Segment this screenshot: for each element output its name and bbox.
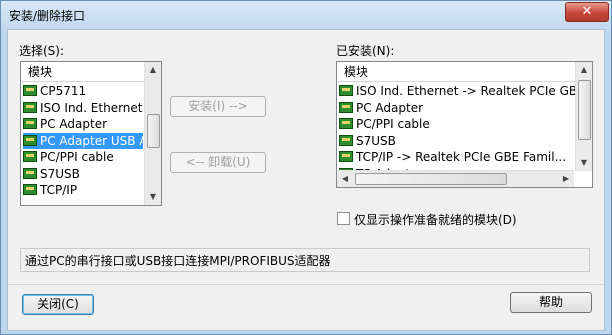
dialog-window: 安装/删除接口 ✕ 选择(S): 模块 CP5711 ISO Ind. Ether… [0, 0, 612, 335]
network-card-icon [339, 85, 353, 96]
close-icon: ✕ [581, 4, 593, 19]
list-item-label: CP5711 [40, 84, 87, 98]
list-item[interactable]: PC Adapter [339, 100, 575, 116]
list-item-label: TCP/IP -> Realtek PCIe GBE Famil... [356, 150, 567, 164]
bottom-divider [8, 284, 604, 285]
install-button[interactable]: 安装(I) --> [170, 96, 266, 117]
list-item-label: S7USB [40, 166, 80, 181]
list-item[interactable]: PC/PPI cable [339, 116, 575, 132]
list-item[interactable]: S7USB [23, 166, 143, 182]
scroll-thumb[interactable] [578, 80, 591, 140]
scroll-down-icon[interactable]: ▼ [576, 155, 592, 171]
list-item[interactable]: TCP/IP -> Realtek PCIe GBE Famil... [339, 149, 575, 165]
scroll-left-icon[interactable]: ◀ [337, 171, 353, 187]
installed-modules-list[interactable]: 模块 ISO Ind. Ethernet -> Realtek PCIe GBE… [336, 61, 593, 188]
scroll-thumb[interactable] [355, 173, 507, 185]
available-column-header[interactable]: 模块 [22, 63, 149, 82]
network-card-icon [339, 118, 353, 129]
list-item-label: PC/PPI cable [40, 150, 114, 164]
close-button[interactable]: 关闭(C) [22, 294, 94, 315]
network-card-icon [23, 184, 37, 195]
window-title: 安装/删除接口 [9, 9, 86, 23]
available-modules-list[interactable]: 模块 CP5711 ISO Ind. Ethernet PC Adapter PC A… [20, 61, 162, 206]
scroll-up-icon[interactable]: ▲ [145, 62, 161, 78]
installed-list-hscrollbar[interactable]: ◀ ▶ [337, 170, 574, 187]
available-modules-label: 选择(S): [19, 44, 65, 58]
installed-list-vscrollbar[interactable]: ▲ ▼ [575, 62, 592, 171]
list-item[interactable]: ISO Ind. Ethernet [23, 100, 143, 116]
uninstall-button[interactable]: <-- 卸载(U) [170, 152, 266, 173]
network-card-icon [23, 85, 37, 96]
title-bar[interactable]: 安装/删除接口 ✕ [1, 1, 611, 29]
list-item[interactable]: ISO Ind. Ethernet -> Realtek PCIe GBE Fa… [339, 83, 592, 99]
module-description: 通过PC的串行接口或USB接口连接MPI/PROFIBUS适配器 [20, 248, 590, 272]
scroll-up-icon[interactable]: ▲ [576, 62, 592, 78]
scroll-thumb[interactable] [147, 114, 160, 148]
ready-only-checkbox-label[interactable]: 仅显示操作准备就绪的模块(D) [354, 211, 517, 228]
ready-only-checkbox[interactable] [337, 212, 350, 225]
installed-column-header[interactable]: 模块 [338, 63, 580, 82]
network-card-icon [23, 118, 37, 129]
dialog-client-area: 选择(S): 模块 CP5711 ISO Ind. Ethernet PC Adap… [7, 29, 605, 331]
list-item-label: PC Adapter [356, 100, 424, 115]
network-card-icon [23, 134, 37, 146]
list-item-label: PC/PPI cable [356, 117, 430, 131]
list-item-label: ISO Ind. Ethernet [40, 100, 143, 115]
available-list-scrollbar[interactable]: ▲ ▼ [144, 62, 161, 205]
list-item-label: TCP/IP [40, 183, 78, 197]
scroll-right-icon[interactable]: ▶ [558, 171, 574, 187]
list-item[interactable]: TCP/IP [23, 182, 143, 198]
close-window-button[interactable]: ✕ [565, 2, 609, 22]
list-item[interactable]: S7USB [339, 133, 575, 149]
installed-modules-label: 已安装(N): [336, 44, 395, 58]
list-item-label: PC Adapter [40, 117, 108, 131]
list-item-label: S7USB [356, 133, 396, 148]
help-button[interactable]: 帮助 [510, 292, 592, 313]
list-item[interactable]: CP5711 [23, 83, 143, 99]
network-card-icon [23, 101, 37, 113]
network-card-icon [23, 151, 37, 162]
network-card-icon [339, 101, 353, 113]
list-item-label: ISO Ind. Ethernet -> Realtek PCIe GBE Fa… [356, 84, 592, 98]
network-card-icon [339, 151, 353, 162]
list-item[interactable]: PC Adapter USB A2 [23, 132, 155, 149]
network-card-icon [339, 134, 353, 146]
network-card-icon [23, 167, 37, 179]
list-item[interactable]: PC/PPI cable [23, 149, 143, 165]
scroll-down-icon[interactable]: ▼ [145, 189, 161, 205]
list-item[interactable]: PC Adapter [23, 116, 143, 132]
list-item-label: PC Adapter USB A2 [40, 133, 156, 148]
